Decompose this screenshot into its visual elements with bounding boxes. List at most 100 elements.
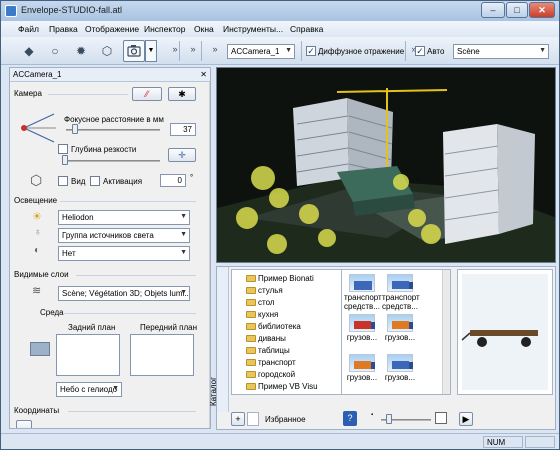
light-select[interactable]: Heliodon ▼ bbox=[58, 210, 190, 225]
target-button[interactable]: ✛ bbox=[168, 148, 196, 162]
close-button[interactable]: ✕ bbox=[529, 2, 555, 18]
catalog-item[interactable]: грузов... bbox=[344, 354, 380, 382]
3d-viewport[interactable] bbox=[216, 67, 556, 263]
menu-edit[interactable]: Правка bbox=[49, 24, 78, 34]
menu-help[interactable]: Справка bbox=[290, 24, 323, 34]
catalog-folder-tree[interactable]: Пример Bionati стулья стол кухня библиот… bbox=[231, 269, 353, 395]
sky-select[interactable]: Небо с гелиодо ▼ bbox=[56, 382, 122, 397]
folder-icon bbox=[246, 371, 256, 378]
foreground-listbox[interactable] bbox=[130, 334, 194, 376]
coordinates-button[interactable] bbox=[16, 420, 32, 428]
catalog-items-grid[interactable]: транспорт средств... транспорт средств..… bbox=[341, 269, 451, 395]
folder-item[interactable]: Пример Bionati bbox=[246, 274, 314, 283]
folder-item[interactable]: стол bbox=[246, 298, 275, 307]
shadow-icon: ◐ bbox=[34, 245, 41, 256]
menu-tools[interactable]: Инструменты... bbox=[223, 24, 283, 34]
camera-dropdown-arrow[interactable]: ▼ bbox=[145, 40, 157, 62]
activation-checkbox[interactable] bbox=[90, 176, 100, 186]
depth-of-field-slider[interactable] bbox=[66, 160, 160, 162]
overflow-chevron-icon-2[interactable]: » bbox=[185, 41, 201, 57]
folder-item[interactable]: Пример VB Visu bbox=[246, 382, 318, 391]
layers-select[interactable]: Scène; Végétation 3D; Objets lumi... ▼ bbox=[58, 286, 190, 301]
diffuse-reflection-checkbox[interactable]: ✓ bbox=[306, 46, 316, 56]
camera-link-button[interactable]: ⁄⁄ bbox=[132, 87, 162, 101]
auto-checkbox[interactable]: ✓ bbox=[415, 46, 425, 56]
folder-icon bbox=[246, 311, 256, 318]
folder-item[interactable]: стулья bbox=[246, 286, 283, 295]
folder-item[interactable]: кухня bbox=[246, 310, 278, 319]
camera-select[interactable]: ACCamera_1 ▼ bbox=[227, 44, 295, 59]
depth-of-field-label: Глубина резкости bbox=[71, 145, 137, 154]
catalog-item[interactable]: грузов... bbox=[344, 314, 380, 342]
folder-label: городской bbox=[258, 370, 296, 379]
help-icon[interactable]: ? bbox=[343, 411, 357, 426]
scroll-down-icon[interactable]: ▼ bbox=[210, 418, 211, 428]
folder-icon bbox=[246, 335, 256, 342]
folder-icon bbox=[246, 347, 256, 354]
sun-icon[interactable]: ✹ bbox=[73, 43, 89, 59]
overflow-chevron-icon-3[interactable]: » bbox=[207, 41, 223, 57]
folder-label: стулья bbox=[258, 286, 283, 295]
app-icon bbox=[5, 5, 17, 17]
camera-button[interactable] bbox=[123, 40, 145, 62]
minimize-button[interactable]: – bbox=[481, 2, 505, 18]
large-size-icon bbox=[435, 412, 447, 424]
app-window: Envelope-STUDIO-fall.atl – □ ✕ Файл Прав… bbox=[0, 0, 560, 450]
focal-length-input[interactable]: 37 bbox=[170, 123, 196, 136]
catalog-item[interactable]: транспорт средств... bbox=[344, 274, 382, 311]
gear-icon: ✱ bbox=[178, 89, 186, 99]
folder-item[interactable]: таблицы bbox=[246, 346, 290, 355]
activation-input[interactable]: 0 bbox=[160, 174, 186, 187]
scene-select[interactable]: Scène ▼ bbox=[453, 44, 549, 59]
maximize-button[interactable]: □ bbox=[506, 2, 528, 18]
toolbar-separator bbox=[179, 41, 180, 61]
play-button[interactable]: ▶ bbox=[459, 412, 473, 426]
thumbnail-size-slider-thumb[interactable] bbox=[385, 414, 392, 424]
folder-item[interactable]: городской bbox=[246, 370, 296, 379]
trailer-preview-image bbox=[461, 274, 548, 390]
paint-bucket-icon[interactable]: ◆ bbox=[21, 43, 37, 59]
cube-icon[interactable]: ⬡ bbox=[99, 43, 115, 59]
section-divider bbox=[76, 275, 196, 276]
title-bar: Envelope-STUDIO-fall.atl – □ ✕ bbox=[1, 1, 559, 21]
truck-icon bbox=[349, 354, 375, 372]
background-listbox[interactable] bbox=[56, 334, 120, 376]
focal-length-slider-thumb[interactable] bbox=[72, 124, 79, 134]
catalog-title-bar: Каталог bbox=[209, 267, 229, 412]
bus-icon bbox=[349, 274, 375, 292]
folder-item[interactable]: библиотека bbox=[246, 322, 301, 331]
close-icon[interactable]: ✕ bbox=[200, 70, 207, 79]
scroll-up-icon[interactable]: ▲ bbox=[210, 82, 211, 92]
light-group-select-value: Группа источников света bbox=[62, 231, 154, 240]
window-title: Envelope-STUDIO-fall.atl bbox=[21, 5, 123, 15]
catalog-item[interactable]: транспорт средств... bbox=[382, 274, 420, 311]
menu-inspector[interactable]: Инспектор bbox=[144, 24, 185, 34]
shadow-select[interactable]: Нет ▼ bbox=[58, 246, 190, 261]
depth-of-field-slider-thumb[interactable] bbox=[62, 155, 68, 165]
catalog-item[interactable]: грузов... bbox=[382, 354, 418, 382]
light-group-select[interactable]: Группа источников света ▼ bbox=[58, 228, 190, 243]
items-scrollbar[interactable] bbox=[442, 270, 450, 394]
truck-icon bbox=[387, 354, 413, 372]
folder-item[interactable]: диваны bbox=[246, 334, 286, 343]
folder-item[interactable]: транспорт bbox=[246, 358, 296, 367]
cube-icon: ⬡ bbox=[30, 172, 43, 188]
catalog-item[interactable]: грузов... bbox=[382, 314, 418, 342]
favorites-label[interactable]: Избранное bbox=[265, 415, 306, 424]
depth-of-field-checkbox[interactable] bbox=[58, 144, 68, 154]
catalog-item-label: грузов... bbox=[346, 373, 378, 382]
view-checkbox[interactable] bbox=[58, 176, 68, 186]
folder-label: транспорт bbox=[258, 358, 296, 367]
truck-icon bbox=[387, 274, 413, 292]
focal-length-slider[interactable] bbox=[66, 129, 160, 131]
menu-file[interactable]: Файл bbox=[18, 24, 39, 34]
section-divider bbox=[48, 94, 128, 95]
menu-view[interactable]: Отображение bbox=[85, 24, 139, 34]
rendered-scene bbox=[217, 68, 555, 262]
add-button[interactable]: + bbox=[231, 412, 245, 426]
lightbulb-icon[interactable]: ○ bbox=[47, 43, 63, 59]
settings-button[interactable]: ✱ bbox=[168, 87, 196, 101]
menu-windows[interactable]: Окна bbox=[194, 24, 214, 34]
overflow-chevron-icon[interactable]: » bbox=[167, 41, 183, 57]
light-select-value: Heliodon bbox=[62, 213, 94, 222]
